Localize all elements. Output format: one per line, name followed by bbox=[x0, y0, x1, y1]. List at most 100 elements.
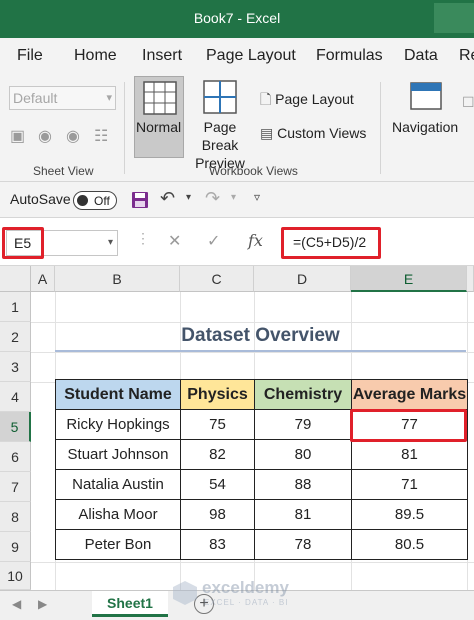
cell-average[interactable]: 89.5 bbox=[351, 499, 468, 530]
title-bar-button[interactable] bbox=[434, 3, 474, 33]
cell-average[interactable]: 81 bbox=[351, 439, 468, 470]
column-header-e[interactable]: E bbox=[351, 266, 467, 292]
chevron-down-icon[interactable]: ▾ bbox=[186, 192, 191, 203]
cell-chemistry[interactable]: 78 bbox=[254, 529, 352, 560]
cancel-icon[interactable]: ✕ bbox=[168, 231, 181, 251]
column-header-f[interactable] bbox=[467, 266, 474, 292]
row-header[interactable]: 9 bbox=[0, 532, 31, 562]
customize-toolbar-icon[interactable]: ▿ bbox=[254, 190, 260, 204]
column-header-a[interactable]: A bbox=[31, 266, 55, 292]
chevron-down-icon: ▾ bbox=[107, 237, 113, 248]
checkbox-icon[interactable]: ☐ bbox=[462, 94, 474, 111]
cell-average[interactable]: 80.5 bbox=[351, 529, 468, 560]
row-header[interactable]: 3 bbox=[0, 352, 31, 382]
row-header[interactable]: 10 bbox=[0, 562, 31, 590]
header-physics[interactable]: Physics bbox=[180, 379, 255, 410]
save-icon[interactable] bbox=[131, 191, 149, 209]
row-header[interactable]: 1 bbox=[0, 292, 31, 322]
workbook-views-group-label: Workbook Views bbox=[209, 164, 298, 178]
page-layout-view-button[interactable]: 🗋 Page Layout bbox=[260, 89, 354, 113]
dataset-title[interactable]: Dataset Overview bbox=[55, 320, 466, 352]
header-chemistry[interactable]: Chemistry bbox=[254, 379, 352, 410]
page-break-preview-icon[interactable] bbox=[203, 80, 237, 114]
row-header[interactable]: 2 bbox=[0, 322, 31, 352]
tab-page-layout[interactable]: Page Layout bbox=[206, 47, 296, 65]
chevron-down-icon: ▾ bbox=[106, 92, 112, 104]
exit-view-icon[interactable]: ◉ bbox=[38, 126, 52, 146]
chevron-down-icon[interactable]: ▾ bbox=[231, 192, 236, 203]
tab-data[interactable]: Data bbox=[404, 47, 438, 65]
dataset-table: Student Name Physics Chemistry Average M… bbox=[55, 379, 468, 560]
table-row: Peter Bon 83 78 80.5 bbox=[55, 529, 468, 560]
cell-name[interactable]: Alisha Moor bbox=[55, 499, 181, 530]
row-header[interactable]: 7 bbox=[0, 472, 31, 502]
cell-name[interactable]: Stuart Johnson bbox=[55, 439, 181, 470]
header-student-name[interactable]: Student Name bbox=[55, 379, 181, 410]
custom-views-label: Custom Views bbox=[277, 125, 367, 141]
enter-icon[interactable]: ✓ bbox=[207, 231, 220, 251]
options-icon[interactable]: ☷ bbox=[94, 126, 108, 146]
sheet-view-value: Default bbox=[13, 90, 58, 106]
navigation-icon[interactable] bbox=[410, 82, 442, 110]
table-row: Alisha Moor 98 81 89.5 bbox=[55, 499, 468, 530]
watermark-name: exceldemy bbox=[202, 578, 289, 597]
redo-icon[interactable]: ↷ bbox=[205, 188, 220, 209]
scroll-right-icon[interactable]: ▶ bbox=[38, 597, 47, 611]
row-header[interactable]: 8 bbox=[0, 502, 31, 532]
row-header[interactable]: 4 bbox=[0, 382, 31, 412]
page-layout-view-label: Page Layout bbox=[275, 91, 354, 107]
navigation-label[interactable]: Navigation bbox=[392, 118, 458, 136]
select-all-corner[interactable] bbox=[0, 266, 31, 292]
cell-physics[interactable]: 83 bbox=[180, 529, 255, 560]
worksheet-grid[interactable]: A B C D E 1 2 3 4 5 6 7 8 9 10 Dataset O… bbox=[0, 266, 474, 590]
column-header-d[interactable]: D bbox=[254, 266, 351, 292]
autosave-state: Off bbox=[94, 194, 110, 208]
formula-bar: E5 ▾ ⋮ ✕ ✓ fx =(C5+D5)/2 bbox=[0, 218, 474, 266]
table-row: Stuart Johnson 82 80 81 bbox=[55, 439, 468, 470]
insert-function-icon[interactable]: fx bbox=[248, 231, 263, 250]
undo-icon[interactable]: ↶ bbox=[160, 188, 175, 209]
cell-chemistry[interactable]: 79 bbox=[254, 409, 352, 440]
tab-formulas[interactable]: Formulas bbox=[316, 47, 383, 65]
sheet-tab-sheet1[interactable]: Sheet1 bbox=[92, 591, 168, 617]
watermark-tagline: EXCEL · DATA · BI bbox=[204, 598, 289, 607]
cell-physics[interactable]: 54 bbox=[180, 469, 255, 500]
more-icon: ⋮ bbox=[136, 230, 150, 246]
custom-views-icon: ▤ bbox=[260, 125, 274, 141]
sheet-view-dropdown[interactable]: Default ▾ bbox=[9, 86, 116, 110]
cell-physics[interactable]: 82 bbox=[180, 439, 255, 470]
table-header-row: Student Name Physics Chemistry Average M… bbox=[55, 379, 468, 410]
cell-name[interactable]: Natalia Austin bbox=[55, 469, 181, 500]
header-average-marks[interactable]: Average Marks bbox=[351, 379, 468, 410]
keep-icon[interactable]: ▣ bbox=[10, 126, 25, 146]
scroll-left-icon[interactable]: ◀ bbox=[12, 597, 21, 611]
tab-home[interactable]: Home bbox=[74, 47, 117, 65]
autosave-label: AutoSave bbox=[10, 191, 71, 207]
cell-physics[interactable]: 98 bbox=[180, 499, 255, 530]
cell-name[interactable]: Ricky Hopkings bbox=[55, 409, 181, 440]
cell-physics[interactable]: 75 bbox=[180, 409, 255, 440]
column-header-b[interactable]: B bbox=[55, 266, 180, 292]
autosave-toggle[interactable]: Off bbox=[73, 191, 117, 210]
tab-file[interactable]: File bbox=[17, 47, 43, 65]
row-header[interactable]: 6 bbox=[0, 442, 31, 472]
title-bar: Book7 - Excel bbox=[0, 0, 474, 38]
cell-average[interactable]: 71 bbox=[351, 469, 468, 500]
column-header-c[interactable]: C bbox=[180, 266, 254, 292]
normal-view-icon bbox=[143, 81, 177, 115]
table-row: Natalia Austin 54 88 71 bbox=[55, 469, 468, 500]
row-header-selected[interactable]: 5 bbox=[0, 412, 31, 442]
sheet-view-group-label: Sheet View bbox=[33, 164, 94, 178]
cell-chemistry[interactable]: 80 bbox=[254, 439, 352, 470]
watermark-logo: exceldemy EXCEL · DATA · BI bbox=[170, 578, 310, 610]
new-view-icon[interactable]: ◉ bbox=[66, 126, 80, 146]
name-box-highlight bbox=[2, 227, 44, 259]
tab-insert[interactable]: Insert bbox=[142, 47, 182, 65]
ribbon-tabs: File Home Insert Page Layout Formulas Da… bbox=[0, 38, 474, 74]
cell-name[interactable]: Peter Bon bbox=[55, 529, 181, 560]
normal-view-button[interactable] bbox=[134, 76, 184, 158]
cell-chemistry[interactable]: 81 bbox=[254, 499, 352, 530]
tab-review[interactable]: Re bbox=[459, 47, 474, 65]
cell-chemistry[interactable]: 88 bbox=[254, 469, 352, 500]
custom-views-button[interactable]: ▤ Custom Views bbox=[260, 125, 366, 142]
